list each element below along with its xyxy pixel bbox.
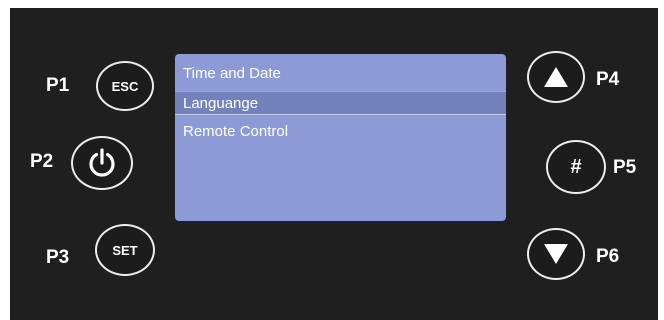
menu-item-remote-control[interactable]: Remote Control: [175, 120, 506, 144]
menu-item-language[interactable]: Languange: [175, 91, 506, 115]
up-button[interactable]: [527, 51, 585, 103]
p4-label: P4: [596, 69, 620, 90]
p5-label: P5: [613, 157, 637, 178]
lcd-screen: Time and Date Languange Remote Control: [175, 54, 506, 221]
menu-item-time-and-date[interactable]: Time and Date: [175, 62, 506, 86]
down-button[interactable]: [527, 228, 585, 280]
esc-button-label: ESC: [111, 78, 139, 94]
p1-label: P1: [46, 75, 70, 96]
set-button[interactable]: SET: [95, 224, 155, 276]
esc-button[interactable]: ESC: [96, 61, 154, 111]
arrow-up-icon: [544, 67, 568, 87]
hash-button-label: #: [570, 155, 582, 178]
p3-label: P3: [46, 247, 70, 268]
p6-label: P6: [596, 246, 620, 267]
arrow-down-icon: [544, 244, 568, 264]
p2-label: P2: [30, 151, 54, 172]
power-icon: [89, 148, 115, 177]
hash-button[interactable]: #: [546, 140, 606, 194]
set-button-label: SET: [112, 242, 138, 258]
power-button[interactable]: [71, 136, 133, 190]
